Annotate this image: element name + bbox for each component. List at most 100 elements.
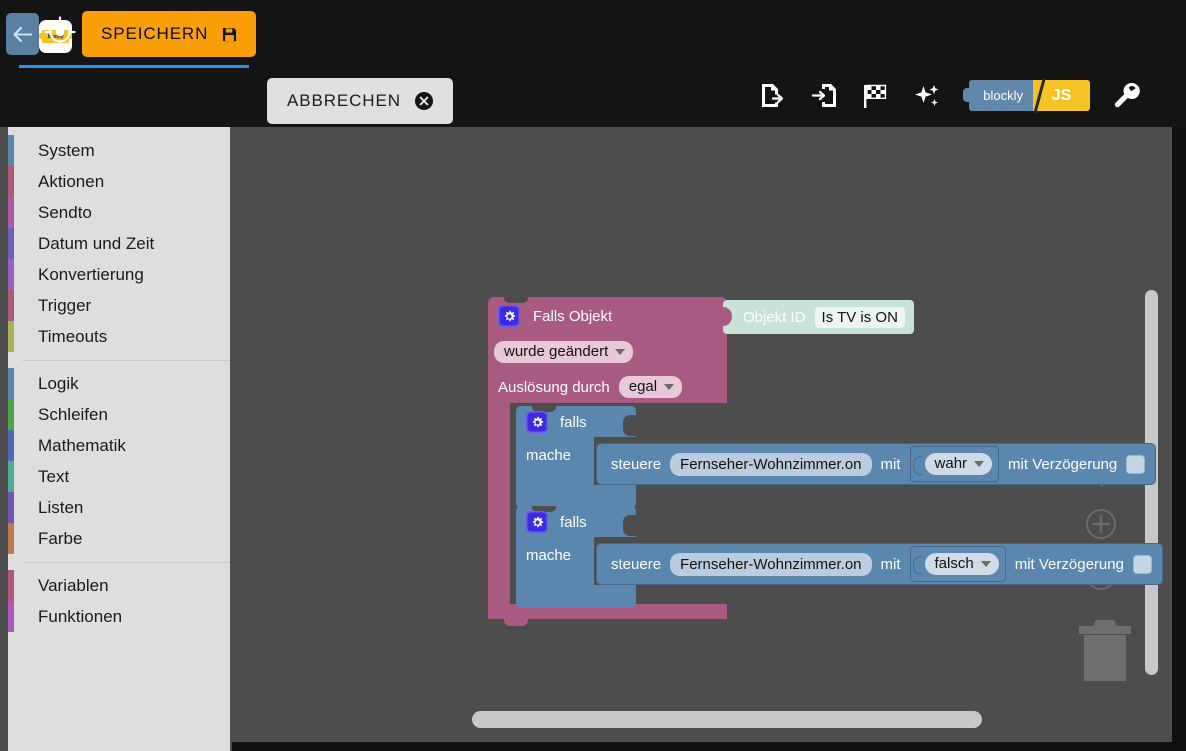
category-color-swatch [8,166,14,197]
save-button[interactable]: SPEICHERN [82,11,257,57]
sidebar-item-label: Listen [38,497,84,517]
save-button-label: SPEICHERN [101,24,209,43]
category-color-swatch [8,430,14,461]
trash-icon [1079,620,1131,681]
blockly-editor-window: blockly BELEUCHTUNG AN ✕ SPEICHERN ABBRE… [0,0,1186,751]
sidebar-item-text[interactable]: Text [8,461,230,492]
sidebar-item-timeouts[interactable]: Timeouts [8,321,230,352]
sidebar-item-logik[interactable]: Logik [8,368,230,399]
wrench-icon[interactable] [1112,81,1142,111]
category-color-swatch [8,259,14,290]
trigger-source-dropdown[interactable]: egal [618,376,683,398]
if-block-2-do-label: mache [526,547,572,564]
sidebar-item-schleifen[interactable]: Schleifen [8,399,230,430]
control-statement-1-delay-checkbox[interactable] [1126,454,1146,474]
blockly-workspace[interactable]: Falls Objekt wurde geändert Auslösung du… [232,127,1172,742]
toolbox-group-3: Variablen Funktionen [8,570,230,632]
object-id-label: Objekt ID [743,308,806,326]
control-statement-1[interactable]: steuere Fernseher-Wohnzimmer.on mit wahr… [596,443,1157,485]
sidebar-item-label: Farbe [38,528,83,548]
trigger-source-label: Auslösung durch [498,378,610,396]
category-color-swatch [8,399,14,430]
trash-button[interactable] [1077,614,1133,684]
trigger-source-value: egal [628,378,658,395]
zoom-in-button[interactable] [1083,506,1119,542]
control-statement-2-delay-label: mit Verzögerung [1014,555,1124,573]
blockly-toggle-label: blockly [963,80,1033,111]
control-statement-2-value: falsch [934,555,974,572]
sidebar-top-spacer [8,127,230,135]
circle-x-icon [414,92,433,110]
crosshair-icon [44,16,76,48]
blockly-js-toggle[interactable]: blockly JS [963,78,1090,114]
category-color-swatch [8,197,14,228]
checkered-flag-icon[interactable] [861,81,891,111]
cancel-button[interactable]: ABBRECHEN [267,78,453,124]
sidebar-item-mathematik[interactable]: Mathematik [8,430,230,461]
horizontal-scrollbar[interactable] [472,711,982,728]
if-block-1-do-label-wrap: mache [526,447,571,465]
toolbar-icon-group: blockly JS [757,78,1142,114]
zoom-in-icon [1086,509,1116,539]
category-color-swatch [8,368,14,399]
control-statement-2-value-socket[interactable]: falsch [909,546,1006,582]
toolbox-sidebar[interactable]: System Aktionen Sendto Datum und Zeit Ko… [0,127,232,751]
sidebar-item-system[interactable]: System [8,135,230,166]
sidebar-item-label: Datum und Zeit [38,233,155,253]
trigger-block-title: Falls Objekt [533,307,613,325]
toolbox-group-2: Logik Schleifen Mathematik Text Listen F… [8,368,230,554]
sidebar-item-trigger[interactable]: Trigger [8,290,230,321]
chevron-down-icon [980,560,991,567]
toolbox-separator [8,352,230,368]
sparkles-icon[interactable] [913,81,943,111]
sidebar-item-label: Timeouts [38,326,108,346]
if-block-2-if-label: falls [560,513,587,531]
if-block-2-header: falls [526,511,587,533]
recenter-button[interactable] [43,15,77,49]
sidebar-item-label: Text [38,466,70,486]
sidebar-item-label: Logik [38,373,79,393]
control-statement-2-label: steuere [611,555,662,573]
control-statement-2-value-dropdown[interactable]: falsch [924,553,999,575]
sidebar-item-label: Mathematik [38,435,126,455]
control-statement-1-value-socket[interactable]: wahr [909,446,1000,482]
if-block-1-value-socket[interactable] [623,415,636,436]
sidebar-item-datum-und-zeit[interactable]: Datum und Zeit [8,228,230,259]
control-statement-1-with-label: mit [880,455,901,473]
import-file-icon[interactable] [809,81,839,111]
trigger-source-row: Auslösung durch egal [498,376,683,398]
if-block-1-do-label: mache [526,447,572,464]
control-statement-2[interactable]: steuere Fernseher-Wohnzimmer.on mit fals… [596,543,1163,585]
category-color-swatch [8,135,14,166]
if-block-2-value-socket[interactable] [623,515,636,536]
sidebar-item-label: Funktionen [38,606,123,626]
chevron-down-icon [664,383,675,390]
object-id-block[interactable]: Objekt ID Is TV is ON [723,300,914,334]
sidebar-item-label: System [38,140,95,160]
chevron-down-icon [615,348,626,355]
if-block-2-do-label-wrap: mache [526,547,571,565]
object-id-value[interactable]: Is TV is ON [814,306,905,328]
control-statement-2-target[interactable]: Fernseher-Wohnzimmer.on [670,552,872,576]
sidebar-item-sendto[interactable]: Sendto [8,197,230,228]
sidebar-item-listen[interactable]: Listen [8,492,230,523]
sidebar-item-label: Konvertierung [38,264,144,284]
export-file-icon[interactable] [757,81,787,111]
sidebar-item-variablen[interactable]: Variablen [8,570,230,601]
if-block-2-mutator-button[interactable] [526,511,548,533]
sidebar-item-funktionen[interactable]: Funktionen [8,601,230,632]
toolbox-group-1: System Aktionen Sendto Datum und Zeit Ko… [8,135,230,352]
if-block-1-header: falls [526,411,587,433]
control-statement-2-delay-checkbox[interactable] [1132,554,1152,574]
control-statement-1-target[interactable]: Fernseher-Wohnzimmer.on [670,452,872,476]
sidebar-item-konvertierung[interactable]: Konvertierung [8,259,230,290]
sidebar-item-label: Variablen [38,575,109,595]
sidebar-item-aktionen[interactable]: Aktionen [8,166,230,197]
control-statement-1-value: wahr [934,455,968,472]
trigger-block-mutator-button[interactable] [498,305,520,327]
category-color-swatch [8,321,14,352]
sidebar-item-farbe[interactable]: Farbe [8,523,230,554]
control-statement-1-value-dropdown[interactable]: wahr [924,453,993,475]
trigger-condition-dropdown[interactable]: wurde geändert [494,341,634,363]
if-block-1-mutator-button[interactable] [526,411,548,433]
